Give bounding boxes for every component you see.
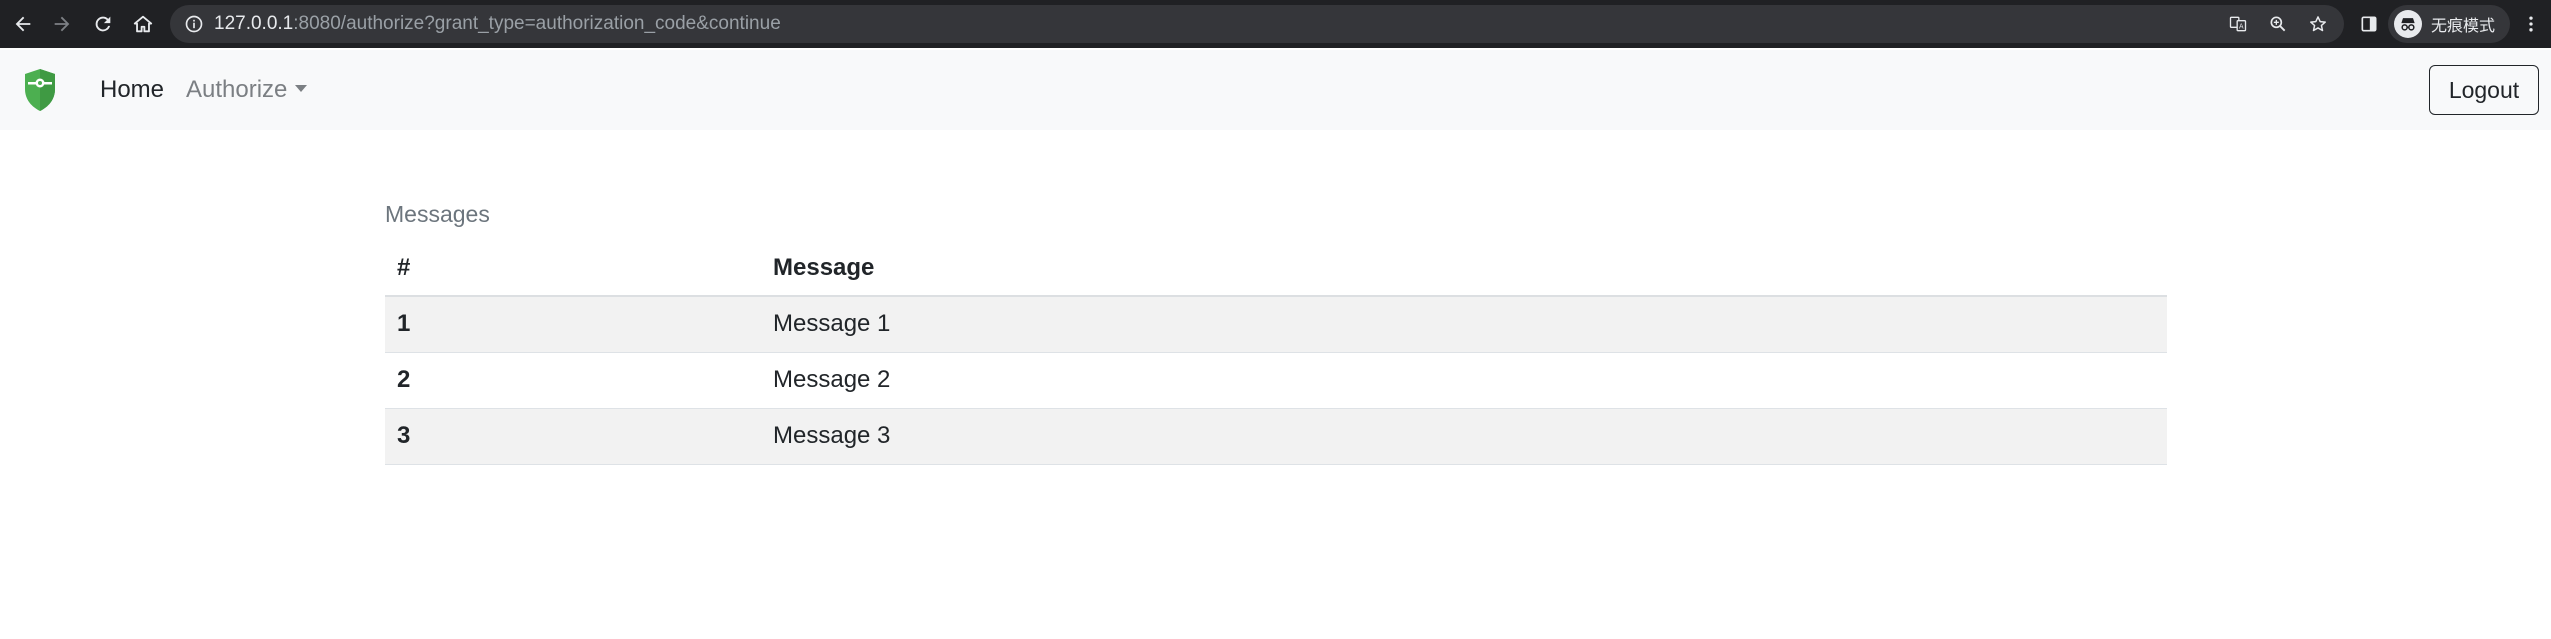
translate-icon: A	[2229, 16, 2247, 32]
section-title: Messages	[385, 201, 490, 227]
row-message: Message 1	[761, 296, 2167, 353]
nav-authorize-dropdown[interactable]: Authorize	[186, 50, 308, 130]
column-header-message: Message	[761, 240, 2167, 297]
browser-toolbar: 127.0.0.1:8080/authorize?grant_type=auth…	[0, 0, 2551, 48]
row-number: 1	[385, 296, 761, 353]
shield-logo-icon[interactable]	[22, 67, 58, 113]
profile-label: 无痕模式	[2431, 16, 2496, 35]
forward-button[interactable]	[46, 8, 78, 40]
bookmark-button[interactable]	[2306, 12, 2330, 36]
logout-button[interactable]: Logout	[2429, 65, 2539, 115]
table-row: 2 Message 2	[385, 352, 2167, 409]
table-row: 1 Message 1	[385, 296, 2167, 353]
url-path: :8080/authorize?grant_type=authorization…	[293, 13, 781, 34]
caret-down-icon	[295, 85, 308, 93]
kebab-menu-icon	[2529, 16, 2533, 32]
translate-button[interactable]: A	[2226, 12, 2250, 36]
nav-authorize-label: Authorize	[186, 76, 288, 103]
home-button[interactable]	[127, 8, 159, 40]
incognito-icon	[2394, 10, 2422, 38]
column-header-number: #	[385, 240, 761, 297]
table-header-row: # Message	[385, 240, 2167, 297]
table-row: 3 Message 3	[385, 408, 2167, 465]
side-panel-icon	[2361, 16, 2377, 32]
star-icon	[2310, 16, 2326, 32]
reload-button[interactable]	[87, 8, 119, 40]
app-navbar: Home Authorize Logout	[0, 50, 2551, 130]
back-button[interactable]	[7, 8, 39, 40]
arrow-right-icon	[54, 16, 70, 32]
row-message: Message 3	[761, 408, 2167, 465]
info-icon[interactable]	[184, 14, 204, 34]
nav-home-link[interactable]: Home	[100, 50, 164, 130]
address-bar[interactable]: 127.0.0.1:8080/authorize?grant_type=auth…	[170, 5, 2344, 43]
url-host: 127.0.0.1	[214, 13, 294, 34]
row-number: 3	[385, 408, 761, 465]
messages-section: Messages # Message 1 Message 1 2 Message…	[385, 190, 2167, 465]
row-message: Message 2	[761, 352, 2167, 409]
side-panel-button[interactable]	[2355, 10, 2383, 38]
zoom-icon	[2270, 16, 2286, 32]
incognito-profile-chip[interactable]: 无痕模式	[2388, 5, 2510, 43]
zoom-button[interactable]	[2266, 12, 2290, 36]
svg-text:A: A	[2239, 23, 2244, 31]
home-icon	[133, 15, 153, 33]
messages-table: # Message 1 Message 1 2 Message 2 3 Mess…	[385, 240, 2167, 465]
arrow-left-icon	[15, 16, 31, 32]
url-text[interactable]: 127.0.0.1:8080/authorize?grant_type=auth…	[214, 5, 781, 43]
row-number: 2	[385, 352, 761, 409]
reload-icon	[95, 16, 111, 32]
browser-menu-button[interactable]	[2517, 10, 2545, 38]
